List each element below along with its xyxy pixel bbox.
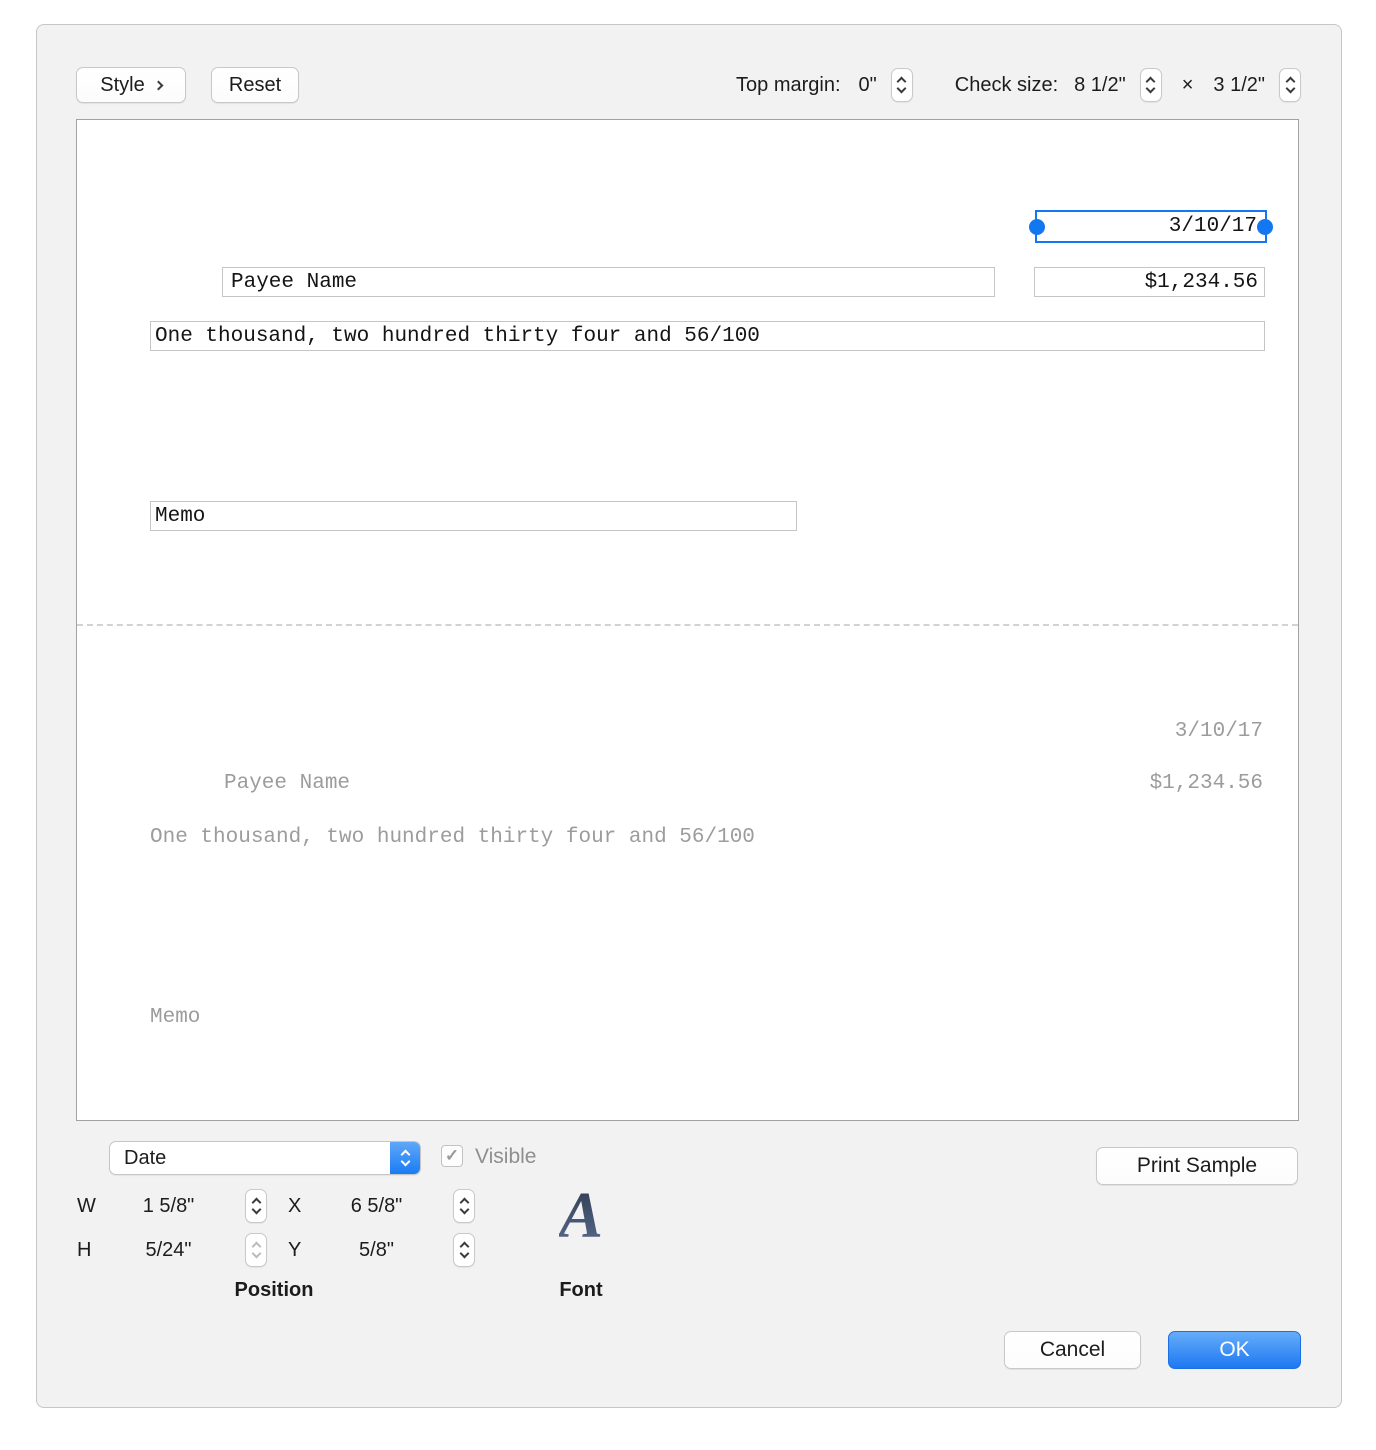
check-preview-canvas: 3/10/17 Payee Name $1,234.56 One thousan… bbox=[76, 119, 1299, 1121]
stub-amount-words-text: One thousand, two hundred thirty four an… bbox=[150, 826, 755, 849]
reset-button[interactable]: Reset bbox=[211, 67, 299, 103]
field-selector-popup[interactable]: Date bbox=[109, 1141, 421, 1175]
chevron-down-icon bbox=[400, 1157, 410, 1167]
y-label: Y bbox=[288, 1239, 301, 1262]
width-value: 1 5/8" bbox=[101, 1195, 236, 1218]
amount-words-field[interactable]: One thousand, two hundred thirty four an… bbox=[150, 321, 1265, 351]
stub-memo-text: Memo bbox=[150, 1006, 200, 1029]
check-width-value: 8 1/2" bbox=[1074, 74, 1126, 97]
chevron-down-icon bbox=[459, 1249, 469, 1259]
checkmark-icon: ✓ bbox=[445, 1146, 459, 1166]
amount-field-text: $1,234.56 bbox=[1035, 271, 1264, 294]
stub-amount-text: $1,234.56 bbox=[1150, 772, 1263, 795]
resize-handle-left[interactable] bbox=[1029, 219, 1045, 235]
ok-button[interactable]: OK bbox=[1168, 1331, 1301, 1369]
check-height-value: 3 1/2" bbox=[1213, 74, 1265, 97]
style-button-label: Style bbox=[100, 74, 144, 97]
chevron-down-icon bbox=[1285, 84, 1295, 94]
top-margin-label: Top margin: bbox=[736, 74, 841, 97]
check-size-label: Check size: bbox=[955, 74, 1058, 97]
font-label: Font bbox=[521, 1279, 641, 1302]
chevron-down-icon bbox=[1146, 84, 1156, 94]
position-label: Position bbox=[204, 1279, 344, 1302]
perforation-divider bbox=[77, 624, 1298, 626]
check-height-stepper[interactable] bbox=[1279, 68, 1301, 102]
chevron-down-icon bbox=[459, 1205, 469, 1215]
font-button[interactable]: A bbox=[533, 1183, 629, 1279]
width-label: W bbox=[77, 1195, 96, 1218]
top-margin-stepper[interactable] bbox=[891, 68, 913, 102]
stub-payee-text: Payee Name bbox=[224, 772, 350, 795]
check-layout-dialog: Style Reset Top margin: 0" Check size: 8… bbox=[36, 24, 1342, 1408]
stub-date-text: 3/10/17 bbox=[1175, 720, 1263, 743]
width-stepper[interactable] bbox=[245, 1189, 267, 1223]
font-icon: A bbox=[559, 1183, 603, 1249]
payee-field-text: Payee Name bbox=[231, 271, 994, 294]
chevron-down-icon bbox=[251, 1205, 261, 1215]
top-margin-value: 0" bbox=[859, 74, 877, 97]
y-value: 5/8" bbox=[309, 1239, 444, 1262]
toolbar-right: Top margin: 0" Check size: 8 1/2" × 3 1/… bbox=[736, 67, 1301, 103]
visible-checkbox[interactable]: ✓ bbox=[441, 1145, 463, 1167]
chevron-down-icon bbox=[897, 84, 907, 94]
resize-handle-right[interactable] bbox=[1257, 219, 1273, 235]
x-label: X bbox=[288, 1195, 301, 1218]
popup-arrows-icon bbox=[390, 1142, 420, 1174]
check-width-stepper[interactable] bbox=[1140, 68, 1162, 102]
chevron-right-icon bbox=[153, 81, 163, 91]
amount-field[interactable]: $1,234.56 bbox=[1034, 267, 1265, 297]
height-stepper bbox=[245, 1233, 267, 1267]
height-value: 5/24" bbox=[101, 1239, 236, 1262]
x-stepper[interactable] bbox=[453, 1189, 475, 1223]
memo-field-text: Memo bbox=[155, 505, 796, 528]
chevron-down-icon bbox=[251, 1249, 261, 1259]
x-value: 6 5/8" bbox=[309, 1195, 444, 1218]
cancel-button[interactable]: Cancel bbox=[1004, 1331, 1141, 1369]
payee-field[interactable]: Payee Name bbox=[222, 267, 995, 297]
date-field-selected[interactable]: 3/10/17 bbox=[1035, 210, 1267, 243]
print-sample-button[interactable]: Print Sample bbox=[1096, 1147, 1298, 1185]
y-stepper[interactable] bbox=[453, 1233, 475, 1267]
multiply-symbol: × bbox=[1182, 74, 1194, 97]
style-button[interactable]: Style bbox=[76, 67, 186, 103]
memo-field[interactable]: Memo bbox=[150, 501, 797, 531]
visible-label: Visible bbox=[475, 1145, 536, 1169]
amount-words-field-text: One thousand, two hundred thirty four an… bbox=[155, 325, 1264, 348]
date-field-text: 3/10/17 bbox=[1037, 215, 1265, 238]
height-label: H bbox=[77, 1239, 91, 1262]
field-selector-value: Date bbox=[110, 1147, 390, 1170]
